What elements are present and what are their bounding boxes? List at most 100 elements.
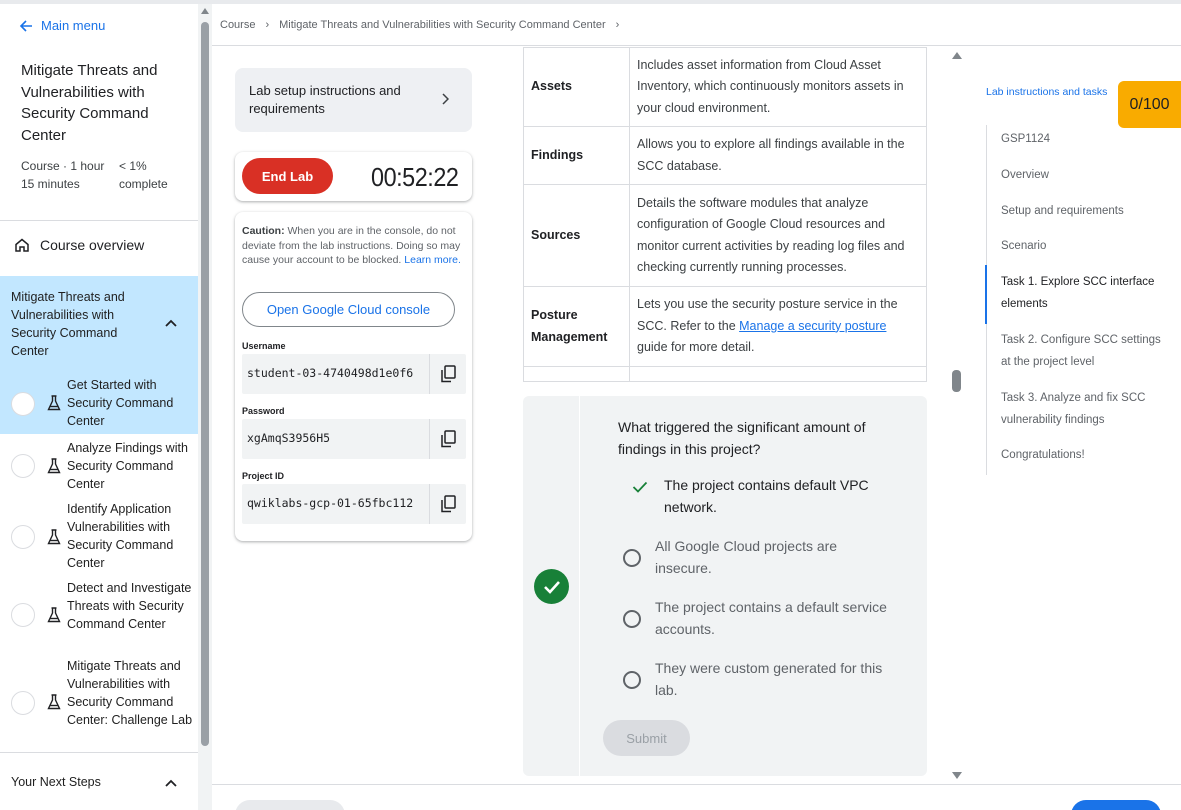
- lab-setup-card[interactable]: Lab setup instructions and requirements: [235, 68, 472, 132]
- password-value: xgAmqS3956H5: [247, 431, 331, 445]
- status-circle: [11, 603, 35, 627]
- sidebar-scrollbar[interactable]: [198, 4, 212, 810]
- copy-icon: [441, 365, 456, 383]
- credentials-card: Caution: When you are in the console, do…: [235, 212, 472, 541]
- chevron-up-icon[interactable]: [164, 778, 178, 788]
- lab-item[interactable]: Get Started with Security Command Center: [0, 372, 198, 434]
- toc-item-task-1[interactable]: Task 1. Explore SCC interface elements: [1001, 272, 1171, 315]
- toc-item-task-2[interactable]: Task 2. Configure SCC settings at the pr…: [1001, 330, 1161, 373]
- table-cell-value: Includes asset information from Cloud As…: [629, 47, 927, 127]
- breadcrumb: Course › Mitigate Threats and Vulnerabil…: [212, 4, 1181, 46]
- quiz-option[interactable]: The project contains a default service a…: [623, 597, 903, 641]
- section-header[interactable]: Mitigate Threats and Vulnerabilities wit…: [0, 276, 198, 372]
- table-cell-value: Allows you to explore all findings avail…: [629, 126, 927, 185]
- radio-button[interactable]: [623, 671, 641, 689]
- course-overview-label: Course overview: [40, 237, 145, 253]
- open-console-button[interactable]: Open Google Cloud console: [242, 292, 455, 327]
- content-scrollbar[interactable]: [950, 47, 964, 784]
- project-id-value: qwiklabs-gcp-01-65fbc112: [247, 496, 414, 510]
- toc-item-overview[interactable]: Overview: [1001, 165, 1171, 187]
- lab-item[interactable]: Mitigate Threats and Vulnerabilities wit…: [0, 656, 198, 750]
- project-id-field[interactable]: qwiklabs-gcp-01-65fbc112: [242, 484, 466, 524]
- table-row: Assets Includes asset information from C…: [523, 47, 927, 127]
- copy-password-button[interactable]: [429, 419, 466, 459]
- breadcrumb-course[interactable]: Course: [220, 19, 255, 31]
- chevron-right-icon: ›: [615, 18, 620, 31]
- end-lab-button[interactable]: End Lab: [242, 158, 333, 194]
- course-meta: Course · 1 hour 15 minutes: [21, 159, 105, 191]
- lab-item-label: Detect and Investigate Threats with Secu…: [67, 581, 192, 631]
- chevron-up-icon: [165, 319, 177, 327]
- flask-icon: [47, 395, 61, 411]
- learn-more-link[interactable]: Learn more.: [404, 254, 461, 266]
- course-overview-link[interactable]: Course overview: [14, 237, 144, 253]
- toc-item-task-3[interactable]: Task 3. Analyze and fix SCC vulnerabilit…: [1001, 388, 1171, 431]
- toc-item-scenario[interactable]: Scenario: [1001, 236, 1171, 258]
- flask-icon: [47, 694, 61, 710]
- left-sidebar: Main menu Mitigate Threats and Vulnerabi…: [0, 4, 198, 810]
- next-steps-header[interactable]: Your Next Steps: [11, 775, 101, 789]
- password-field[interactable]: xgAmqS3956H5: [242, 419, 466, 459]
- scroll-up-arrow-icon[interactable]: [201, 8, 209, 14]
- toc-title[interactable]: Lab instructions and tasks: [986, 86, 1107, 98]
- caution-note: Caution: When you are in the console, do…: [242, 224, 466, 268]
- flask-icon: [47, 458, 61, 474]
- check-icon: [632, 481, 648, 493]
- password-label: Password: [242, 406, 285, 416]
- lab-item[interactable]: Identify Application Vulnerabilities wit…: [0, 498, 198, 576]
- toc-item-setup[interactable]: Setup and requirements: [1001, 201, 1171, 223]
- correct-check-badge: [534, 569, 569, 604]
- scroll-up-arrow-icon[interactable]: [952, 52, 962, 59]
- course-progress: < 1% complete: [119, 159, 168, 191]
- username-field[interactable]: student-03-4740498d1e0f6: [242, 354, 466, 394]
- quiz-card: What triggered the significant amount of…: [523, 396, 927, 776]
- username-value: student-03-4740498d1e0f6: [247, 366, 414, 380]
- toc-item-congratulations[interactable]: Congratulations!: [1001, 445, 1171, 467]
- table-cell-key: Findings: [523, 126, 630, 185]
- lab-item-label: Get Started with Security Command Center: [67, 378, 174, 428]
- toc-active-indicator: [985, 265, 987, 324]
- quiz-option-label: The project contains a default service a…: [655, 599, 887, 637]
- submit-button[interactable]: Submit: [603, 720, 690, 756]
- table-cell-value: [629, 366, 927, 382]
- toc-item-gsp1124[interactable]: GSP1124: [1001, 129, 1171, 151]
- table-row: Sources Details the software modules tha…: [523, 184, 927, 287]
- radio-button[interactable]: [623, 549, 641, 567]
- lab-item-label: Mitigate Threats and Vulnerabilities wit…: [67, 659, 193, 727]
- breadcrumb-lab-title[interactable]: Mitigate Threats and Vulnerabilities wit…: [279, 19, 605, 31]
- username-label: Username: [242, 341, 286, 351]
- table-cell-key: Assets: [523, 47, 630, 127]
- lab-item[interactable]: Analyze Findings with Security Command C…: [0, 436, 198, 496]
- lab-item[interactable]: Detect and Investigate Threats with Secu…: [0, 578, 198, 654]
- quiz-option[interactable]: All Google Cloud projects are insecure.: [623, 536, 903, 580]
- flask-icon: [47, 607, 61, 623]
- quiz-option[interactable]: They were custom generated for this lab.: [623, 658, 903, 702]
- copy-project-id-button[interactable]: [429, 484, 466, 524]
- scrollbar-thumb[interactable]: [952, 370, 961, 392]
- posture-text-post: guide for more detail.: [637, 340, 755, 355]
- arrow-back-icon: [19, 19, 32, 32]
- table-row: [523, 366, 927, 382]
- timer-card: End Lab 00:52:22: [235, 152, 472, 201]
- radio-button[interactable]: [623, 610, 641, 628]
- status-circle: [11, 691, 35, 715]
- quiz-option-label: The project contains default VPC network…: [664, 477, 869, 515]
- scroll-down-arrow-icon[interactable]: [952, 772, 962, 779]
- check-icon: [543, 580, 560, 594]
- caution-label: Caution:: [242, 225, 285, 237]
- table-row: Posture Management Lets you use the secu…: [523, 286, 927, 367]
- quiz-option[interactable]: The project contains default VPC network…: [623, 475, 903, 519]
- previous-button[interactable]: [235, 800, 345, 810]
- chevron-right-icon: ›: [265, 18, 270, 31]
- next-button[interactable]: [1071, 800, 1161, 810]
- copy-username-button[interactable]: [429, 354, 466, 394]
- copy-icon: [441, 430, 456, 448]
- chevron-right-icon: [442, 93, 449, 105]
- quiz-option-label: They were custom generated for this lab.: [655, 660, 883, 698]
- manage-posture-link[interactable]: Manage a security posture: [739, 319, 886, 333]
- main-menu-link[interactable]: Main menu: [19, 18, 105, 33]
- scrollbar-thumb[interactable]: [201, 22, 209, 746]
- lab-item-label: Identify Application Vulnerabilities wit…: [67, 502, 174, 570]
- table-cell-key: [523, 366, 630, 382]
- table-cell-value: Lets you use the security posture servic…: [629, 286, 927, 367]
